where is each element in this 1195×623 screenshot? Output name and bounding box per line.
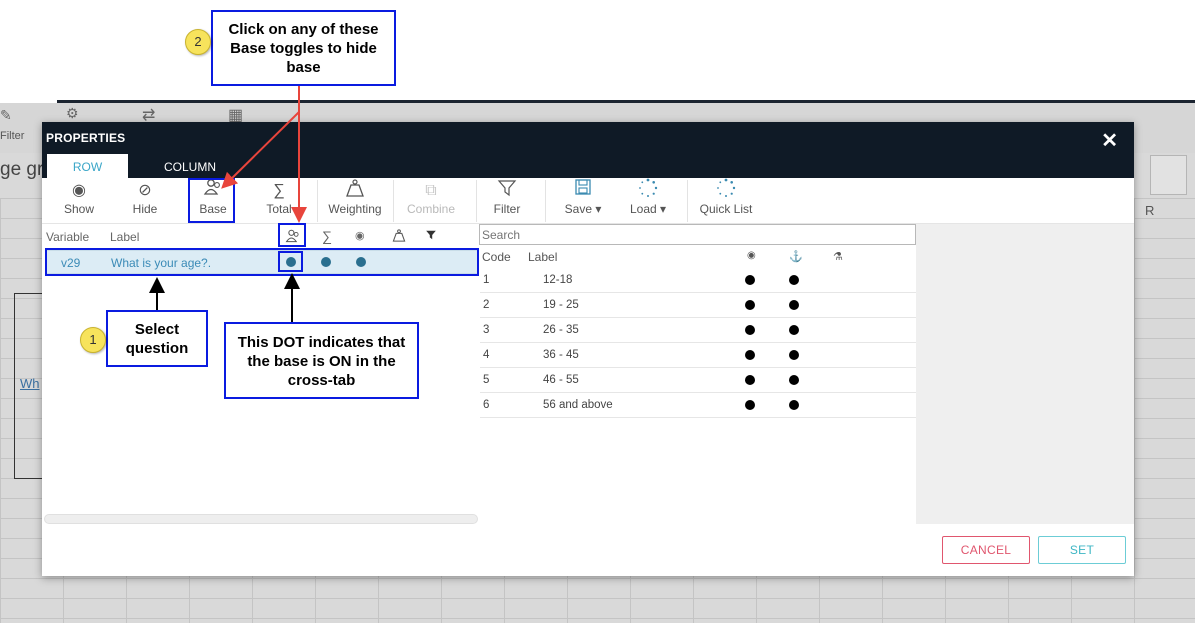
column-code: Code xyxy=(482,250,511,264)
column-label: Label xyxy=(110,230,140,244)
base-dot[interactable] xyxy=(789,275,799,285)
show-dot[interactable] xyxy=(745,325,755,335)
code-row[interactable]: 5 46 - 55 xyxy=(480,368,916,393)
load-button[interactable]: Load ▾ xyxy=(622,178,674,224)
weight-icon xyxy=(323,178,387,202)
callout-select-question: Select question xyxy=(106,310,208,367)
background-weight-button xyxy=(1150,155,1187,195)
background-link: Wh xyxy=(20,376,40,391)
step-1-badge: 1 xyxy=(80,327,106,353)
background-filter-label: Filter xyxy=(0,130,25,142)
code-row[interactable]: 1 12-18 xyxy=(480,268,916,293)
column-code-label: Label xyxy=(528,250,558,264)
search-input[interactable] xyxy=(479,224,916,245)
toolbar-divider xyxy=(545,180,546,222)
quick-list-icon xyxy=(694,178,758,202)
save-button[interactable]: Save ▾ xyxy=(557,178,609,224)
horizontal-scrollbar[interactable] xyxy=(44,514,478,524)
base-dot[interactable] xyxy=(789,325,799,335)
show-dot[interactable] xyxy=(745,375,755,385)
background-title: ge gr xyxy=(0,159,44,180)
gear-icon: ⚙ xyxy=(66,105,79,121)
column-variable: Variable xyxy=(46,230,90,244)
weight-column-icon[interactable] xyxy=(392,228,406,246)
highlight-base-column xyxy=(278,223,306,247)
code-row[interactable]: 2 19 - 25 xyxy=(480,293,916,318)
code-row[interactable]: 3 26 - 35 xyxy=(480,318,916,343)
load-spinner-icon xyxy=(622,178,674,202)
base-dot[interactable] xyxy=(789,375,799,385)
toolbar-divider xyxy=(687,180,688,222)
pencil-icon: ✎ xyxy=(0,107,12,123)
show-dot[interactable] xyxy=(745,275,755,285)
funnel-icon xyxy=(483,178,531,202)
eye-column-icon[interactable]: ◉ xyxy=(747,250,756,261)
set-button[interactable]: SET xyxy=(1038,536,1126,564)
combine-button[interactable]: ⧉ Combine xyxy=(401,178,461,224)
funnel-column-icon[interactable] xyxy=(425,228,437,245)
quick-list-button[interactable]: Quick List xyxy=(694,178,758,224)
background-column-header: R xyxy=(1145,203,1155,218)
eye-slash-icon: ⊘ xyxy=(138,182,152,199)
callout-base-dot: This DOT indicates that the base is ON i… xyxy=(224,322,419,399)
filter-button[interactable]: Filter xyxy=(483,178,531,224)
side-panel xyxy=(916,224,1134,524)
save-icon xyxy=(557,178,609,202)
tab-column[interactable]: COLUMN xyxy=(140,154,240,178)
code-row[interactable]: 4 36 - 45 xyxy=(480,343,916,368)
highlight-question-row xyxy=(45,248,479,276)
combine-icon: ⧉ xyxy=(425,182,437,199)
toolbar-divider xyxy=(393,180,394,222)
show-dot[interactable] xyxy=(745,300,755,310)
total-button[interactable]: ∑ Total xyxy=(258,178,300,224)
callout-base-toggles: Click on any of these Base toggles to hi… xyxy=(211,10,396,86)
flask-column-icon[interactable]: ⚗ xyxy=(833,250,843,263)
dialog-header: PROPERTIES ✕ ROW COLUMN xyxy=(42,122,1134,178)
eye-column-icon[interactable]: ◉ xyxy=(355,229,365,242)
base-dot[interactable] xyxy=(789,300,799,310)
sigma-icon: ∑ xyxy=(273,182,285,199)
hide-button[interactable]: ⊘ Hide xyxy=(124,178,166,224)
cancel-button[interactable]: CANCEL xyxy=(942,536,1030,564)
weighting-button[interactable]: Weighting xyxy=(323,178,387,224)
base-dot[interactable] xyxy=(789,350,799,360)
tab-row[interactable]: ROW xyxy=(47,154,128,178)
toolbar-divider xyxy=(317,180,318,222)
show-button[interactable]: ◉ Show xyxy=(58,178,100,224)
show-dot[interactable] xyxy=(745,350,755,360)
code-row[interactable]: 6 56 and above xyxy=(480,393,916,418)
step-2-badge: 2 xyxy=(185,29,211,55)
question-list-header: Variable Label ∑ ◉ xyxy=(42,228,480,246)
close-icon[interactable]: ✕ xyxy=(1101,128,1118,153)
anchor-column-icon[interactable]: ⚓ xyxy=(789,250,803,263)
sigma-column-icon[interactable]: ∑ xyxy=(322,228,332,244)
highlight-base-button xyxy=(188,178,235,223)
code-list-header: Code Label ◉ ⚓ ⚗ xyxy=(482,249,916,267)
show-dot[interactable] xyxy=(745,400,755,410)
base-dot[interactable] xyxy=(789,400,799,410)
toolbar-divider xyxy=(476,180,477,222)
highlight-base-dot xyxy=(278,251,303,272)
eye-icon: ◉ xyxy=(72,182,86,199)
dialog-title: PROPERTIES xyxy=(46,131,126,145)
